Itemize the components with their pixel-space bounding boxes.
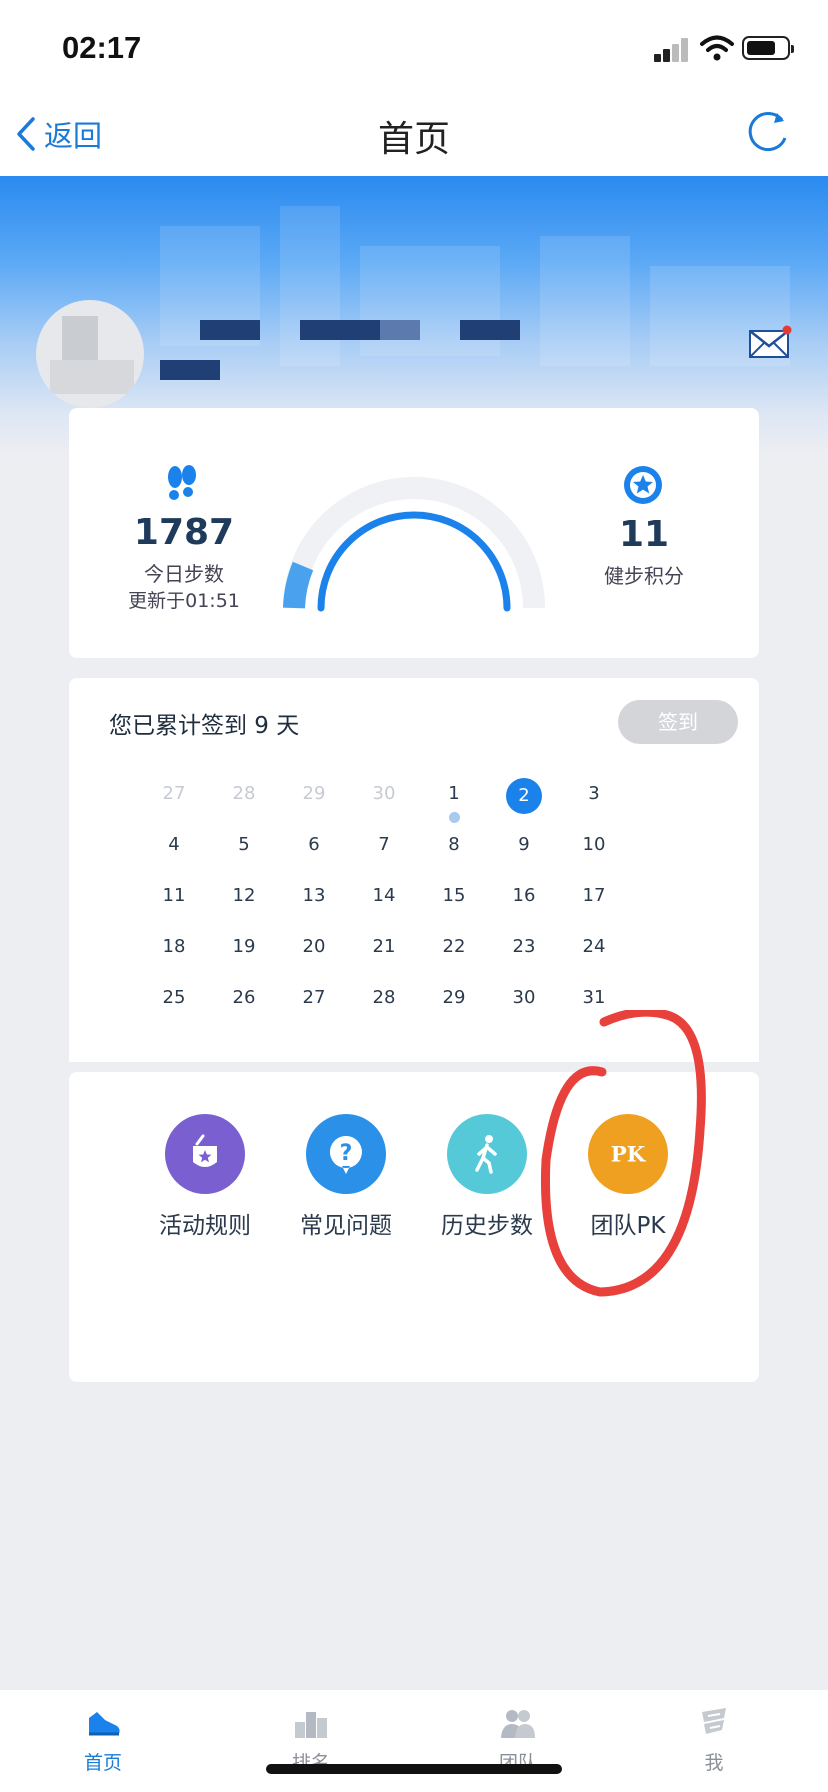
menu-item-team-pk[interactable]: PK 团队PK xyxy=(558,1114,698,1240)
calendar-day[interactable]: 1 xyxy=(419,778,489,823)
walker-icon xyxy=(447,1114,527,1194)
calendar-day[interactable]: 22 xyxy=(419,931,489,971)
calendar-day[interactable]: 28 xyxy=(349,982,419,1022)
calendar-day[interactable]: 11 xyxy=(139,880,209,920)
battery-icon xyxy=(742,36,794,60)
calendar-day[interactable]: 12 xyxy=(209,880,279,920)
calendar-day[interactable]: 5 xyxy=(209,829,279,869)
points-label: 健步积分 xyxy=(604,564,684,588)
menu-item-history-steps[interactable]: 历史步数 xyxy=(417,1114,557,1240)
trophy-icon xyxy=(165,1114,245,1194)
calendar-day[interactable]: 16 xyxy=(489,880,559,920)
signin-button[interactable]: 签到 xyxy=(618,700,738,744)
calendar-day[interactable]: 24 xyxy=(559,931,629,971)
tab-home[interactable]: 首页 xyxy=(43,1704,163,1775)
signin-card: 您已累计签到 9 天 签到 27 28 29 30 1 2 3 4 5 6 7 8 9 10 11 12 13 1… xyxy=(69,678,759,1062)
calendar-day[interactable]: 13 xyxy=(279,880,349,920)
status-bar: 02:17 xyxy=(0,0,828,88)
calendar-day[interactable]: 30 xyxy=(489,982,559,1022)
calendar-day[interactable]: 28 xyxy=(209,778,279,818)
profile-icon xyxy=(702,1708,726,1734)
points-medal-icon xyxy=(624,466,662,504)
user-info-redacted xyxy=(160,360,220,380)
menu-label: 团队PK xyxy=(590,1213,666,1239)
calendar-day[interactable]: 7 xyxy=(349,829,419,869)
tab-label: 我 xyxy=(704,1752,724,1774)
signal-icon xyxy=(654,38,690,62)
steps-card: 1787 今日步数 更新于01:51 11 健步积分 xyxy=(69,408,759,658)
signin-title: 您已累计签到 9 天 xyxy=(109,713,300,739)
menu-label: 常见问题 xyxy=(300,1213,392,1239)
calendar-day[interactable]: 6 xyxy=(279,829,349,869)
calendar-day[interactable]: 3 xyxy=(559,778,629,818)
calendar-day[interactable]: 15 xyxy=(419,880,489,920)
mail-icon[interactable] xyxy=(748,325,792,359)
avatar[interactable] xyxy=(36,300,144,408)
menu-item-faq[interactable]: ? 常见问题 xyxy=(276,1114,416,1240)
calendar-day[interactable]: 30 xyxy=(349,778,419,818)
calendar-week: 4 5 6 7 8 9 10 xyxy=(139,829,629,880)
calendar-week: 18 19 20 21 22 23 24 xyxy=(139,931,629,982)
username-redacted xyxy=(460,320,520,340)
refresh-icon[interactable] xyxy=(744,108,792,156)
pk-icon: PK xyxy=(588,1114,668,1194)
calendar-week: 25 26 27 28 29 30 31 xyxy=(139,982,629,1033)
calendar-day[interactable]: 27 xyxy=(139,778,209,818)
calendar-day[interactable]: 29 xyxy=(419,982,489,1022)
menu-item-activity-rules[interactable]: 活动规则 xyxy=(135,1114,275,1240)
points-value: 11 xyxy=(618,514,670,555)
calendar-day[interactable]: 25 xyxy=(139,982,209,1022)
signed-dot xyxy=(449,812,460,823)
shoe-icon xyxy=(89,1712,120,1736)
calendar-day[interactable]: 29 xyxy=(279,778,349,818)
page-title: 首页 xyxy=(377,119,450,160)
calendar-day[interactable]: 31 xyxy=(559,982,629,1022)
tab-label: 首页 xyxy=(83,1752,122,1774)
menu-label: 历史步数 xyxy=(441,1213,533,1239)
signin-calendar: 27 28 29 30 1 2 3 4 5 6 7 8 9 10 11 12 13 14 15 16 17 18 19 20 2… xyxy=(139,778,629,1033)
team-icon xyxy=(501,1710,535,1738)
steps-gauge-progress xyxy=(317,511,511,612)
svg-text:PK: PK xyxy=(611,1143,647,1168)
menu-label: 活动规则 xyxy=(159,1213,251,1239)
calendar-day[interactable]: 2 xyxy=(489,778,559,818)
status-time: 02:17 xyxy=(62,30,142,65)
calendar-day[interactable]: 4 xyxy=(139,829,209,869)
calendar-day[interactable]: 21 xyxy=(349,931,419,971)
steps-value: 1787 xyxy=(133,512,235,553)
calendar-day[interactable]: 8 xyxy=(419,829,489,869)
calendar-day[interactable]: 26 xyxy=(209,982,279,1022)
calendar-day[interactable]: 27 xyxy=(279,982,349,1022)
question-icon: ? xyxy=(306,1114,386,1194)
calendar-day[interactable]: 23 xyxy=(489,931,559,971)
calendar-day[interactable]: 19 xyxy=(209,931,279,971)
svg-text:?: ? xyxy=(340,1141,353,1166)
feature-menu: 活动规则 ? 常见问题 历史步数 PK 团队PK xyxy=(69,1072,759,1382)
calendar-day[interactable]: 20 xyxy=(279,931,349,971)
calendar-week: 27 28 29 30 1 2 3 xyxy=(139,778,629,829)
steps-gauge xyxy=(283,477,545,612)
ranking-icon xyxy=(295,1712,327,1738)
wifi-icon xyxy=(700,35,734,61)
calendar-day[interactable]: 14 xyxy=(349,880,419,920)
calendar-day[interactable]: 10 xyxy=(559,829,629,869)
tab-bar: 首页 排名 团队 我 xyxy=(0,1690,828,1792)
home-indicator xyxy=(266,1764,562,1774)
tab-profile[interactable]: 我 xyxy=(654,1704,774,1775)
nav-bar: 返回 首页 xyxy=(0,88,828,176)
username-redacted xyxy=(200,320,260,340)
steps-updated: 更新于01:51 xyxy=(128,590,240,612)
steps-label: 今日步数 xyxy=(144,562,224,586)
calendar-week: 11 12 13 14 15 16 17 xyxy=(139,880,629,931)
footprint-icon xyxy=(168,465,196,500)
calendar-day[interactable]: 18 xyxy=(139,931,209,971)
calendar-day[interactable]: 9 xyxy=(489,829,559,869)
calendar-day[interactable]: 17 xyxy=(559,880,629,920)
